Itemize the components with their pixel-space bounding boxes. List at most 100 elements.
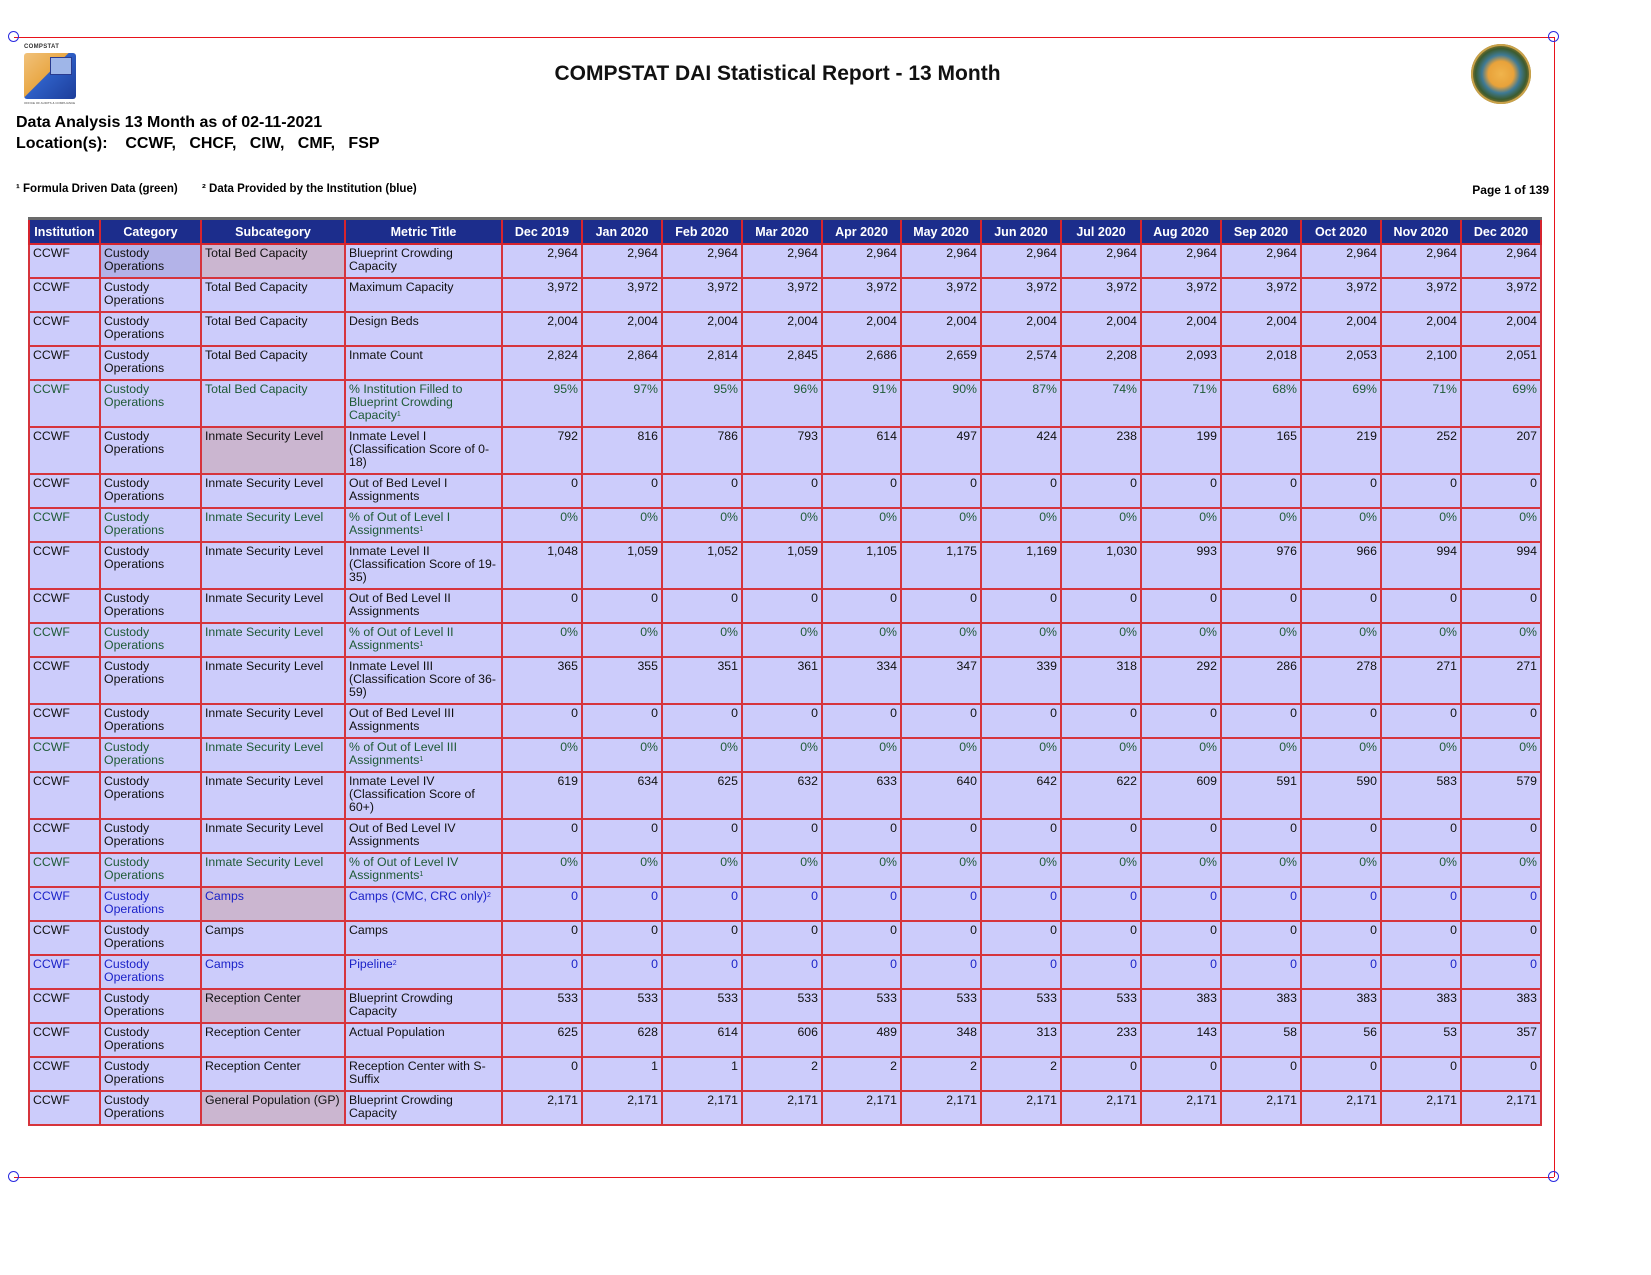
value-cell: 0 [821, 588, 902, 624]
value-cell: 609 [1140, 771, 1222, 820]
value-cell: 2,171 [1460, 1090, 1542, 1126]
column-header-sep-2020: Sep 2020 [1220, 217, 1302, 245]
column-header-metric-title: Metric Title [344, 217, 503, 245]
metric-title-text: Out of Bed Level II Assignments [349, 591, 451, 618]
value-cell: 71% [1140, 379, 1222, 428]
table-row: CCWF Custody Operations Inmate Security Le… [28, 656, 1542, 705]
value-cell: 2,964 [501, 243, 583, 279]
value-cell: 2,171 [900, 1090, 982, 1126]
value-cell: 165 [1220, 426, 1302, 475]
value-cell: 2,004 [1460, 311, 1542, 347]
institution-cell: CCWF [28, 852, 101, 888]
value-cell: 58 [1220, 1022, 1302, 1058]
value-cell: 0% [501, 852, 583, 888]
value-cell: 0 [501, 473, 583, 509]
value-cell: 0 [1060, 920, 1142, 956]
institution-cell: CCWF [28, 954, 101, 990]
category-cell: Custody Operations [99, 345, 202, 381]
value-cell: 533 [581, 988, 663, 1024]
value-cell: 3,972 [1300, 277, 1382, 313]
institution-cell: CCWF [28, 311, 101, 347]
value-cell: 0 [501, 954, 583, 990]
table-row: CCWF Custody Operations Inmate Security Le… [28, 771, 1542, 820]
subcategory-cell: Inmate Security Level [200, 852, 346, 888]
institution-cell: CCWF [28, 1056, 101, 1092]
value-cell: 383 [1460, 988, 1542, 1024]
value-cell: 533 [980, 988, 1062, 1024]
value-cell: 0% [1140, 852, 1222, 888]
value-cell: 0 [900, 920, 982, 956]
institution-cell: CCWF [28, 920, 101, 956]
value-cell: 2,004 [1060, 311, 1142, 347]
value-cell: 642 [980, 771, 1062, 820]
metric-title-cell: Camps (CMC, CRC only)2 [344, 886, 503, 922]
value-cell: 0% [980, 737, 1062, 773]
value-cell: 0% [1380, 737, 1462, 773]
value-cell: 2,659 [900, 345, 982, 381]
value-cell: 0 [980, 703, 1062, 739]
value-cell: 0% [1300, 507, 1382, 543]
metric-title-text: Out of Bed Level III Assignments [349, 706, 455, 733]
value-cell: 2,004 [1220, 311, 1302, 347]
metric-title-cell: Out of Bed Level IV Assignments [344, 818, 503, 854]
value-cell: 2,964 [1220, 243, 1302, 279]
value-cell: 1,048 [501, 541, 583, 590]
column-header-dec-2019: Dec 2019 [501, 217, 583, 245]
value-cell: 2,814 [661, 345, 743, 381]
value-cell: 424 [980, 426, 1062, 475]
metric-title-text: Out of Bed Level I Assignments [349, 476, 448, 503]
value-cell: 56 [1300, 1022, 1382, 1058]
metric-title-cell: Inmate Level I (Classification Score of … [344, 426, 503, 475]
metric-title-cell: Out of Bed Level I Assignments [344, 473, 503, 509]
metric-title-text: % Institution Filled to Blueprint Crowdi… [349, 382, 463, 422]
value-cell: 383 [1140, 988, 1222, 1024]
metric-title-cell: Pipeline2 [344, 954, 503, 990]
table-header-row: Institution Category Subcategory Metric Tit… [28, 217, 1542, 245]
value-cell: 2,171 [1220, 1090, 1302, 1126]
value-cell: 0% [661, 622, 743, 658]
value-cell: 339 [980, 656, 1062, 705]
value-cell: 318 [1060, 656, 1142, 705]
column-header-jul-2020: Jul 2020 [1060, 217, 1142, 245]
value-cell: 0% [581, 737, 663, 773]
metric-title-cell: Blueprint Crowding Capacity [344, 1090, 503, 1126]
value-cell: 0% [1300, 852, 1382, 888]
metric-title-text: Inmate Count [349, 348, 423, 362]
subcategory-cell: Inmate Security Level [200, 656, 346, 705]
value-cell: 614 [821, 426, 902, 475]
legend-formula-green: ¹ Formula Driven Data (green) [16, 183, 178, 195]
value-cell: 0% [900, 852, 982, 888]
value-cell: 2,004 [821, 311, 902, 347]
metric-title-cell: Inmate Level II (Classification Score of… [344, 541, 503, 590]
value-cell: 2,004 [741, 311, 823, 347]
institution-cell: CCWF [28, 771, 101, 820]
value-cell: 0 [1460, 473, 1542, 509]
metric-title-cell: % of Out of Level IV Assignments1 [344, 852, 503, 888]
value-cell: 357 [1460, 1022, 1542, 1058]
corner-handle [8, 1171, 19, 1182]
value-cell: 793 [741, 426, 823, 475]
value-cell: 3,972 [900, 277, 982, 313]
value-cell: 0% [1460, 507, 1542, 543]
metric-title-text: Maximum Capacity [349, 280, 454, 294]
value-cell: 3,972 [1220, 277, 1302, 313]
value-cell: 199 [1140, 426, 1222, 475]
institution-cell: CCWF [28, 1090, 101, 1126]
table-row: CCWF Custody Operations Camps Camps (CMC, C… [28, 886, 1542, 922]
value-cell: 1,059 [741, 541, 823, 590]
value-cell: 0 [1380, 886, 1462, 922]
value-cell: 2 [741, 1056, 823, 1092]
subcategory-cell: Inmate Security Level [200, 622, 346, 658]
value-cell: 0 [821, 886, 902, 922]
value-cell: 533 [501, 988, 583, 1024]
table-row: CCWF Custody Operations Total Bed Capacity… [28, 243, 1542, 279]
value-cell: 628 [581, 1022, 663, 1058]
value-cell: 0 [661, 588, 743, 624]
statistics-table: Institution Category Subcategory Metric Tit… [28, 217, 1542, 1126]
value-cell: 74% [1060, 379, 1142, 428]
value-cell: 0 [1220, 920, 1302, 956]
value-cell: 0 [980, 588, 1062, 624]
value-cell: 625 [501, 1022, 583, 1058]
metric-title-cell: Design Beds [344, 311, 503, 347]
logo-footer: OFFICE OF AUDITS & COMPLIANCE [24, 101, 76, 105]
